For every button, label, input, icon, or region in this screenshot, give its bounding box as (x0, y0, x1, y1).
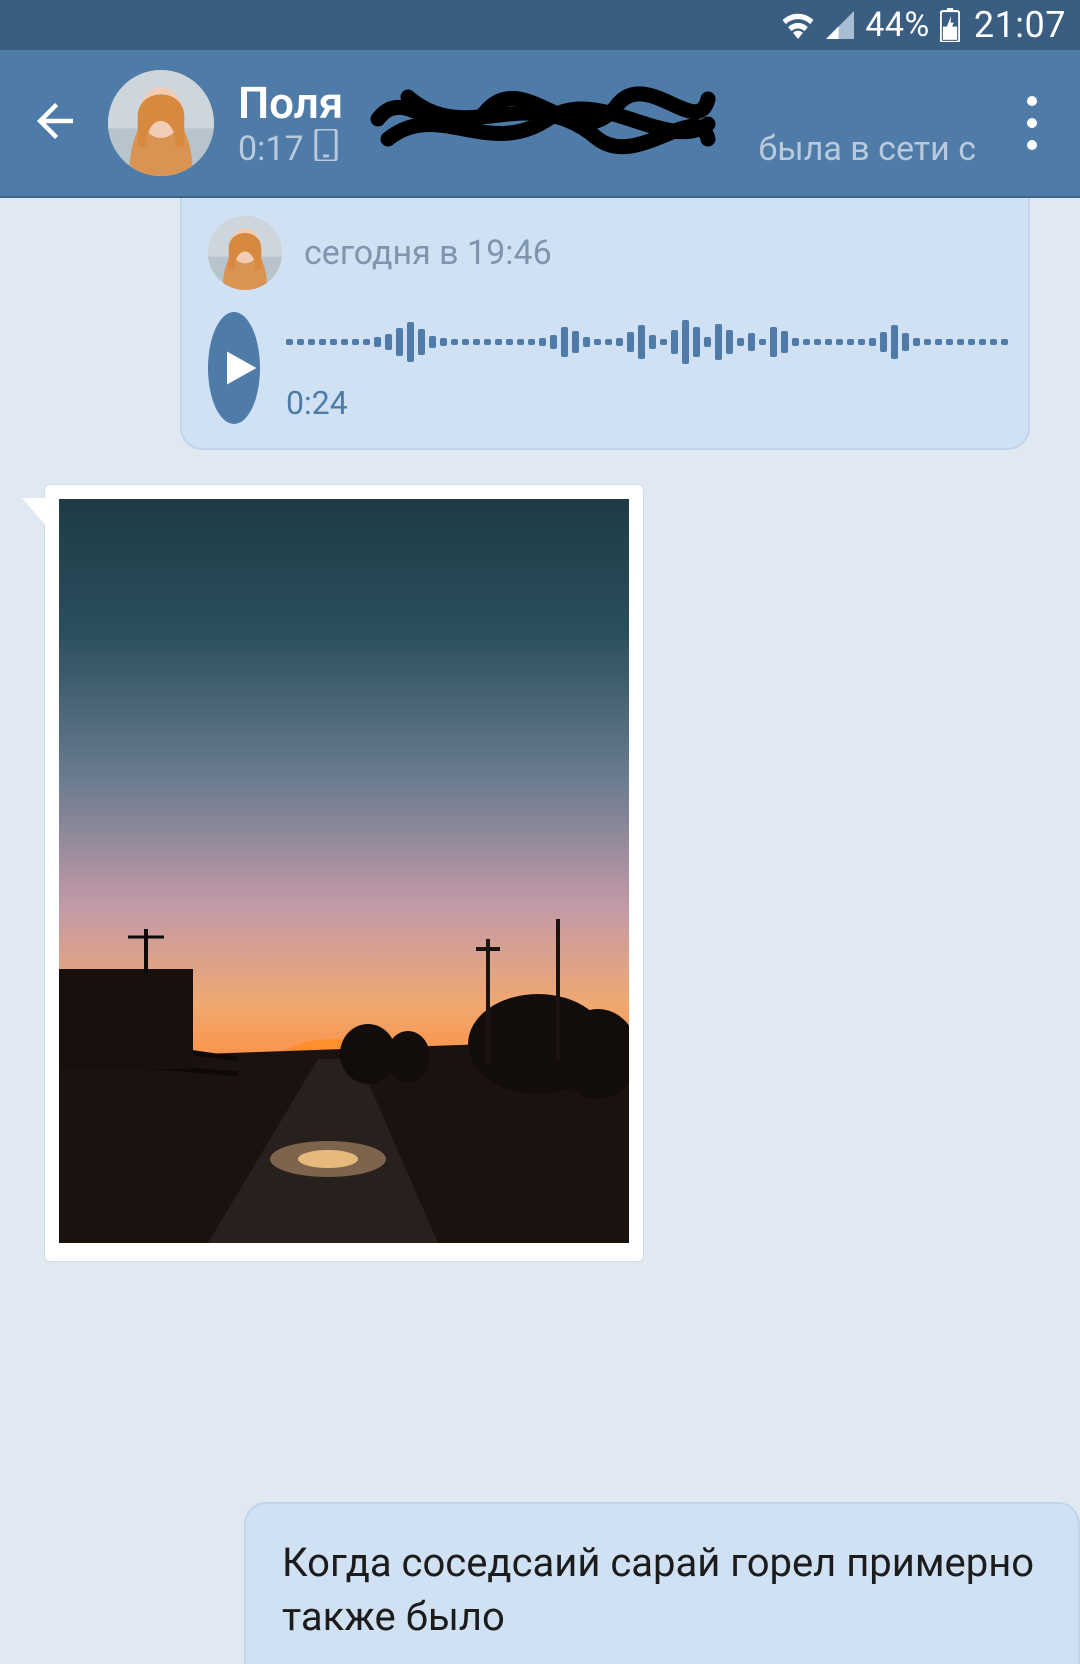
battery-percent: 44% (865, 5, 930, 45)
incoming-audio-message[interactable]: сегодня в 19:46 0:24 (180, 198, 1030, 450)
wifi-icon (781, 11, 815, 39)
message-timestamp: сегодня в 19:46 (304, 233, 552, 273)
contact-avatar[interactable] (108, 70, 214, 176)
bubble-tail (22, 498, 48, 528)
incoming-photo-message[interactable] (44, 484, 644, 1262)
mobile-icon (314, 129, 338, 170)
presence-text: была в сети с (758, 129, 1012, 169)
last-seen-time-fragment: 0:17 (238, 129, 304, 169)
message-text: Когда соседсаий сарай горел примерно так… (282, 1539, 1034, 1640)
audio-duration: 0:24 (286, 384, 1008, 422)
redaction-scribble (368, 69, 718, 159)
clock: 21:07 (974, 4, 1066, 46)
signal-icon (825, 11, 855, 39)
outgoing-text-message[interactable]: Когда соседсаий сарай горел примерно так… (244, 1502, 1080, 1664)
audio-waveform[interactable] (286, 314, 1008, 370)
battery-charging-icon (940, 8, 960, 42)
chat-scroll-area[interactable]: сегодня в 19:46 0:24 (0, 198, 1080, 1262)
play-button[interactable] (208, 312, 260, 424)
status-bar: 44% 21:07 (0, 0, 1080, 50)
contact-title-block[interactable]: Поля 0:17 была в сети с (238, 77, 1012, 170)
menu-button[interactable] (1012, 96, 1052, 150)
chat-header: Поля 0:17 была в сети с (0, 50, 1080, 198)
back-button[interactable] (28, 94, 108, 152)
sender-avatar[interactable] (208, 216, 282, 290)
photo-attachment[interactable] (59, 499, 629, 1243)
